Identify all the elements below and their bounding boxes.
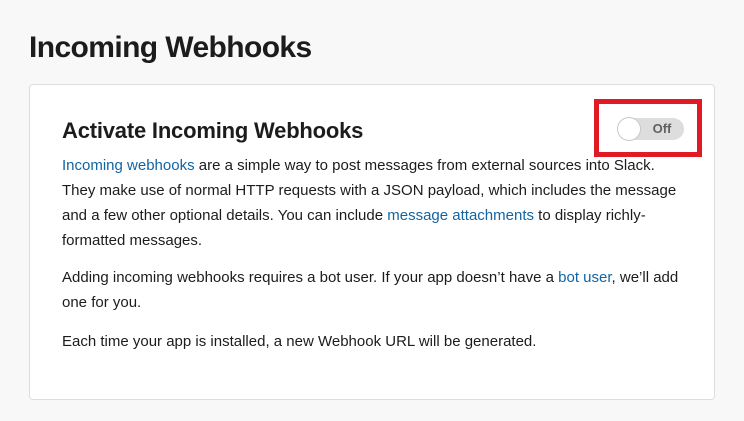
toggle-knob	[618, 118, 640, 140]
bot-user-text-part-1: Adding incoming webhooks requires a bot …	[62, 269, 559, 286]
bot-user-link[interactable]: bot user	[558, 269, 611, 286]
activate-webhooks-toggle[interactable]: Off	[618, 118, 684, 140]
description-paragraph: Incoming webhooks are a simple way to po…	[62, 153, 692, 253]
toggle-highlight-box: Off	[594, 99, 702, 157]
message-attachments-link[interactable]: message attachments	[387, 207, 534, 224]
webhook-url-paragraph: Each time your app is installed, a new W…	[62, 333, 537, 350]
incoming-webhooks-link[interactable]: Incoming webhooks	[62, 157, 195, 174]
toggle-state-label: Off	[652, 121, 672, 136]
bot-user-paragraph: Adding incoming webhooks requires a bot …	[62, 265, 692, 315]
page-title: Incoming Webhooks	[29, 31, 312, 64]
section-heading: Activate Incoming Webhooks	[62, 118, 364, 143]
